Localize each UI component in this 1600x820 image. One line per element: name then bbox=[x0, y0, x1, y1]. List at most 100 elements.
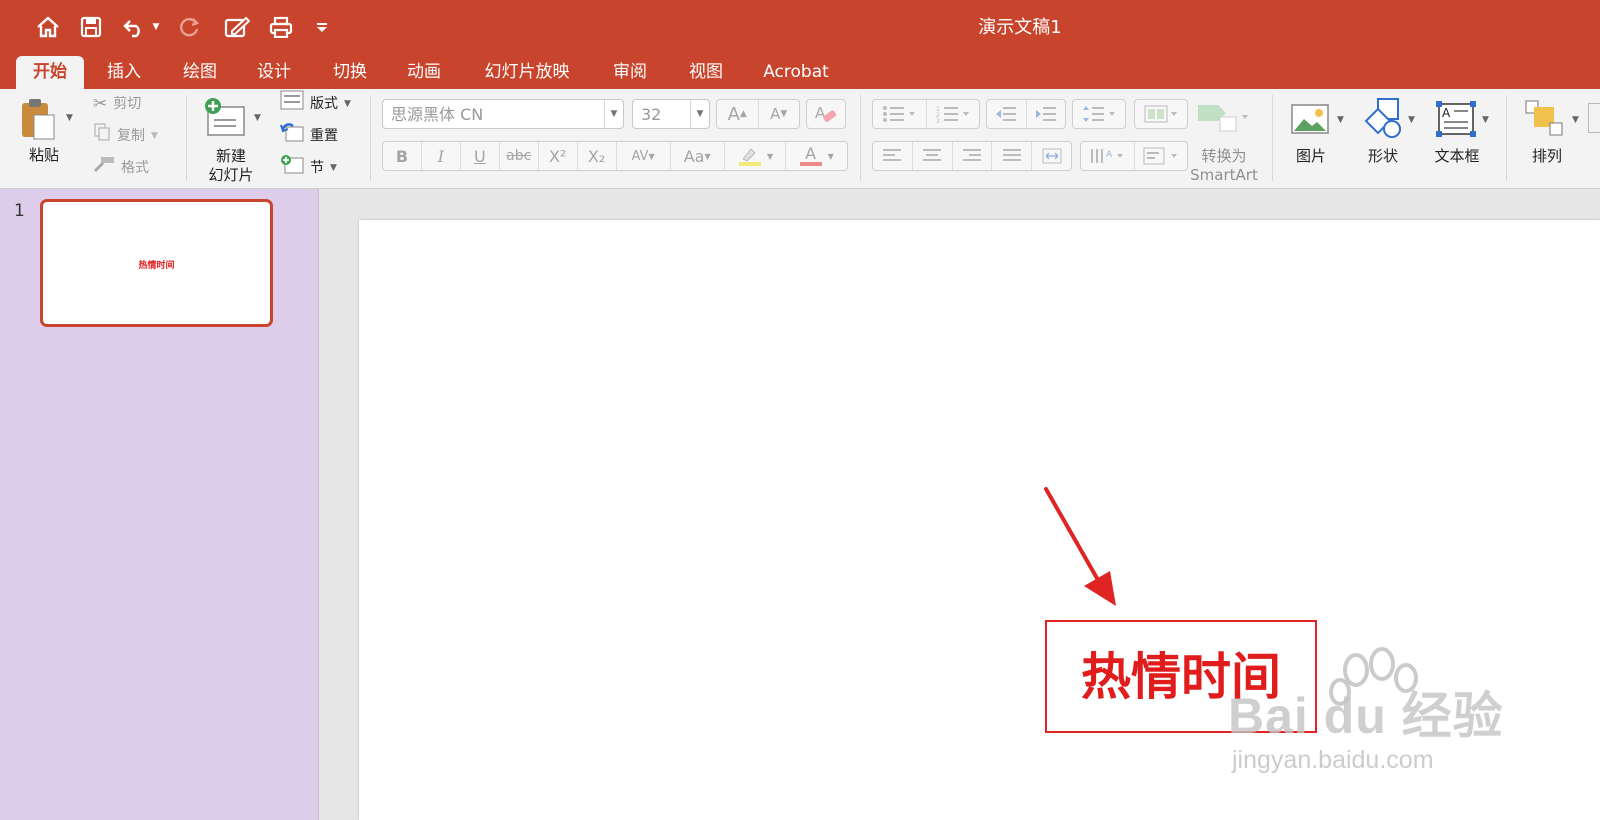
tab-home[interactable]: 开始 bbox=[16, 56, 84, 89]
slide-thumbnail[interactable]: 热情时间 bbox=[40, 199, 273, 327]
paste-icon[interactable] bbox=[18, 97, 58, 141]
paste-dropdown-icon[interactable]: ▼ bbox=[66, 113, 73, 123]
textbox-icon[interactable]: A bbox=[1436, 99, 1476, 139]
decrease-indent-icon[interactable] bbox=[987, 100, 1027, 128]
highlighter-icon bbox=[738, 148, 761, 166]
font-name-select[interactable]: 思源黑体 CN ▼ bbox=[382, 99, 624, 129]
shapes-dropdown-icon[interactable]: ▼ bbox=[1408, 115, 1415, 125]
quick-styles-icon[interactable] bbox=[1588, 103, 1600, 133]
character-spacing-button[interactable]: AV ▼ bbox=[617, 142, 671, 170]
home-icon[interactable] bbox=[32, 11, 64, 43]
chevron-down-icon: ▼ bbox=[690, 100, 709, 128]
columns-buttons bbox=[1134, 99, 1188, 129]
textbox-dropdown-icon[interactable]: ▼ bbox=[1482, 115, 1489, 125]
reset-button[interactable]: 重置 bbox=[280, 122, 338, 150]
svg-text:3: 3 bbox=[936, 118, 940, 123]
copy-button[interactable]: 复制 ▼ bbox=[93, 123, 158, 149]
tab-slideshow[interactable]: 幻灯片放映 bbox=[474, 56, 580, 89]
justify-icon[interactable] bbox=[992, 142, 1033, 170]
copy-icon bbox=[93, 123, 111, 149]
increase-indent-icon[interactable] bbox=[1027, 100, 1066, 128]
textbox-button[interactable]: 文本框 bbox=[1430, 147, 1484, 166]
numbering-icon[interactable]: 123 bbox=[927, 100, 980, 128]
subscript-button[interactable]: X₂ bbox=[578, 142, 617, 170]
svg-text:A: A bbox=[1442, 106, 1451, 120]
picture-icon[interactable] bbox=[1290, 101, 1330, 137]
print-icon[interactable] bbox=[266, 11, 296, 43]
layout-button[interactable]: 版式 ▼ bbox=[280, 90, 351, 116]
scissors-icon: ✂ bbox=[93, 94, 108, 114]
text-direction-icon[interactable]: A bbox=[1081, 142, 1135, 170]
cut-button[interactable]: ✂ 剪切 bbox=[93, 92, 141, 116]
columns-icon[interactable] bbox=[1135, 100, 1187, 128]
section-button[interactable]: 节 ▼ bbox=[280, 154, 337, 182]
format-painter-button[interactable]: 格式 bbox=[93, 156, 149, 180]
new-slide-button[interactable]: 新建 幻灯片 bbox=[200, 147, 262, 185]
font-size-select[interactable]: 32 ▼ bbox=[632, 99, 710, 129]
tab-design[interactable]: 设计 bbox=[246, 56, 302, 89]
font-size-buttons: A ▲ A ▼ bbox=[716, 99, 800, 129]
align-right-icon[interactable] bbox=[953, 142, 993, 170]
save-icon[interactable] bbox=[76, 11, 106, 43]
redo-icon[interactable] bbox=[176, 11, 204, 43]
align-left-icon[interactable] bbox=[873, 142, 913, 170]
section-icon bbox=[280, 154, 304, 182]
align-center-icon[interactable] bbox=[913, 142, 953, 170]
grow-font-button[interactable]: A ▲ bbox=[717, 100, 759, 128]
tab-animations[interactable]: 动画 bbox=[396, 56, 452, 89]
slide-number: 1 bbox=[14, 201, 25, 221]
picture-dropdown-icon[interactable]: ▼ bbox=[1337, 115, 1344, 125]
shapes-button[interactable]: 形状 bbox=[1358, 147, 1408, 166]
edit-icon[interactable] bbox=[222, 11, 252, 43]
shapes-icon[interactable] bbox=[1364, 97, 1404, 139]
arrange-button[interactable]: 排列 bbox=[1522, 147, 1572, 166]
svg-text:A: A bbox=[1106, 150, 1113, 160]
list-buttons: 123 bbox=[872, 99, 980, 129]
highlight-color-button[interactable]: ▼ bbox=[725, 142, 787, 170]
alignment-buttons bbox=[872, 141, 1072, 171]
font-color-button[interactable]: A ▼ bbox=[786, 142, 847, 170]
font-color-swatch-icon bbox=[799, 162, 822, 166]
tab-transitions[interactable]: 切换 bbox=[322, 56, 378, 89]
tab-insert[interactable]: 插入 bbox=[96, 56, 152, 89]
tab-draw[interactable]: 绘图 bbox=[172, 56, 228, 89]
customize-icon[interactable] bbox=[312, 11, 332, 43]
distributed-icon[interactable] bbox=[1032, 142, 1071, 170]
undo-icon[interactable] bbox=[120, 11, 148, 43]
picture-button[interactable]: 图片 bbox=[1286, 147, 1336, 166]
clear-formatting-icon[interactable]: A bbox=[807, 100, 845, 128]
convert-to-smartart-button[interactable]: 转换为 SmartArt bbox=[1186, 147, 1262, 185]
reset-icon bbox=[280, 122, 304, 150]
new-slide-dropdown-icon[interactable]: ▼ bbox=[254, 113, 261, 123]
line-spacing-icon[interactable] bbox=[1073, 100, 1125, 128]
indent-buttons bbox=[986, 99, 1066, 129]
ribbon: ▼ 粘贴 ✂ 剪切 复制 ▼ 格式 ▼ 新建 幻灯片 版式 ▼ 重置 节 ▼ 思… bbox=[0, 89, 1600, 189]
arrange-icon[interactable] bbox=[1524, 99, 1564, 139]
title-bar: ▼ 演示文稿1 bbox=[0, 0, 1600, 54]
watermark-url: jingyan.baidu.com bbox=[1232, 746, 1434, 774]
clear-format-buttons: A bbox=[806, 99, 846, 129]
align-text-icon[interactable] bbox=[1135, 142, 1188, 170]
underline-button[interactable]: U bbox=[461, 142, 500, 170]
tab-acrobat[interactable]: Acrobat bbox=[754, 56, 838, 89]
red-arrow-annotation bbox=[1044, 487, 1116, 606]
new-slide-icon[interactable] bbox=[204, 97, 246, 139]
chevron-down-icon: ▼ bbox=[604, 100, 623, 128]
shrink-font-button[interactable]: A ▼ bbox=[759, 100, 800, 128]
italic-button[interactable]: I bbox=[422, 142, 461, 170]
undo-dropdown-icon[interactable]: ▼ bbox=[150, 11, 162, 43]
paste-button[interactable]: 粘贴 bbox=[20, 146, 68, 165]
tab-review[interactable]: 审阅 bbox=[602, 56, 658, 89]
format-painter-icon bbox=[93, 156, 115, 180]
superscript-button[interactable]: X² bbox=[539, 142, 578, 170]
arrange-dropdown-icon[interactable]: ▼ bbox=[1572, 115, 1579, 125]
watermark-brand: Bai du 经验 bbox=[1228, 688, 1504, 744]
strikethrough-button[interactable]: abc bbox=[500, 142, 539, 170]
bullets-icon[interactable] bbox=[873, 100, 927, 128]
thumbnail-text: 热情时间 bbox=[138, 261, 175, 271]
font-style-buttons: B I U abc X² X₂ AV ▼ Aa ▼ ▼ A ▼ bbox=[382, 141, 848, 171]
tab-view[interactable]: 视图 bbox=[678, 56, 734, 89]
change-case-button[interactable]: Aa ▼ bbox=[671, 142, 725, 170]
smartart-icon[interactable] bbox=[1196, 101, 1250, 135]
bold-button[interactable]: B bbox=[383, 142, 422, 170]
